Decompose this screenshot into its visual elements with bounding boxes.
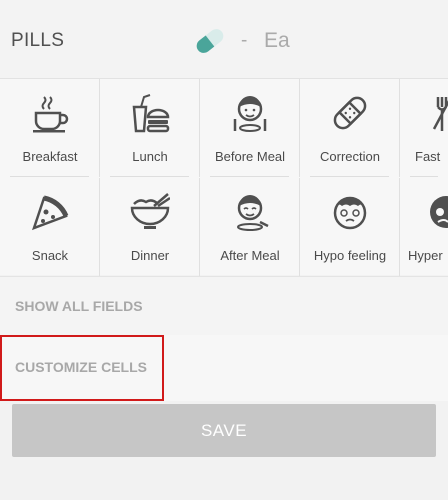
cell-lunch[interactable]: Lunch	[100, 79, 200, 177]
person-after-meal-icon	[237, 195, 269, 231]
cell-after-meal[interactable]: After Meal	[200, 178, 300, 276]
cell-fast[interactable]: Fast	[400, 79, 448, 177]
cell-label: Snack	[31, 248, 69, 263]
cell-dinner[interactable]: Dinner	[100, 178, 200, 276]
cell-label: Before Meal	[214, 149, 286, 164]
cell-hypo-feeling[interactable]: Hypo feeling	[300, 178, 400, 276]
pills-label: PILLS	[11, 30, 65, 51]
show-all-fields-button[interactable]: SHOW ALL FIELDS	[0, 276, 448, 336]
bottom-area	[0, 458, 448, 500]
unit-preview: Ea	[264, 29, 290, 52]
burger-drink-icon	[132, 94, 170, 133]
pill-icon	[196, 29, 224, 53]
customize-cells-label: CUSTOMIZE CELLS	[15, 359, 147, 375]
cell-label: Dinner	[130, 248, 170, 263]
cell-correction[interactable]: Correction	[300, 79, 400, 177]
bandage-icon	[333, 96, 367, 130]
person-before-meal-icon	[233, 96, 267, 132]
cell-hyper[interactable]: Hyper	[400, 178, 448, 276]
save-button[interactable]: SAVE	[12, 404, 436, 457]
cell-label: Hyper	[408, 248, 443, 263]
cell-label: Hypo feeling	[313, 248, 387, 263]
tag-cells-grid: Breakfast Lunch Before Meal Correction F…	[0, 79, 448, 276]
bowl-chopsticks-icon	[130, 193, 170, 229]
hyper-face-icon	[430, 196, 448, 228]
cell-breakfast[interactable]: Breakfast	[0, 79, 100, 177]
pizza-slice-icon	[31, 195, 69, 231]
cell-label: Correction	[320, 149, 380, 164]
cell-label: After Meal	[220, 248, 280, 263]
cell-before-meal[interactable]: Before Meal	[200, 79, 300, 177]
dizzy-face-icon	[333, 196, 367, 230]
cell-snack[interactable]: Snack	[0, 178, 100, 276]
cell-label: Breakfast	[22, 149, 78, 164]
coffee-cup-icon	[33, 96, 69, 133]
customize-cells-button[interactable]: CUSTOMIZE CELLS	[0, 335, 448, 401]
cell-label: Fast	[415, 149, 441, 164]
show-all-fields-label: SHOW ALL FIELDS	[15, 298, 143, 314]
fork-knife-icon	[432, 97, 448, 131]
pills-row[interactable]: PILLS - Ea	[0, 0, 448, 79]
dash-separator: -	[241, 30, 248, 51]
cell-label: Lunch	[132, 149, 168, 164]
